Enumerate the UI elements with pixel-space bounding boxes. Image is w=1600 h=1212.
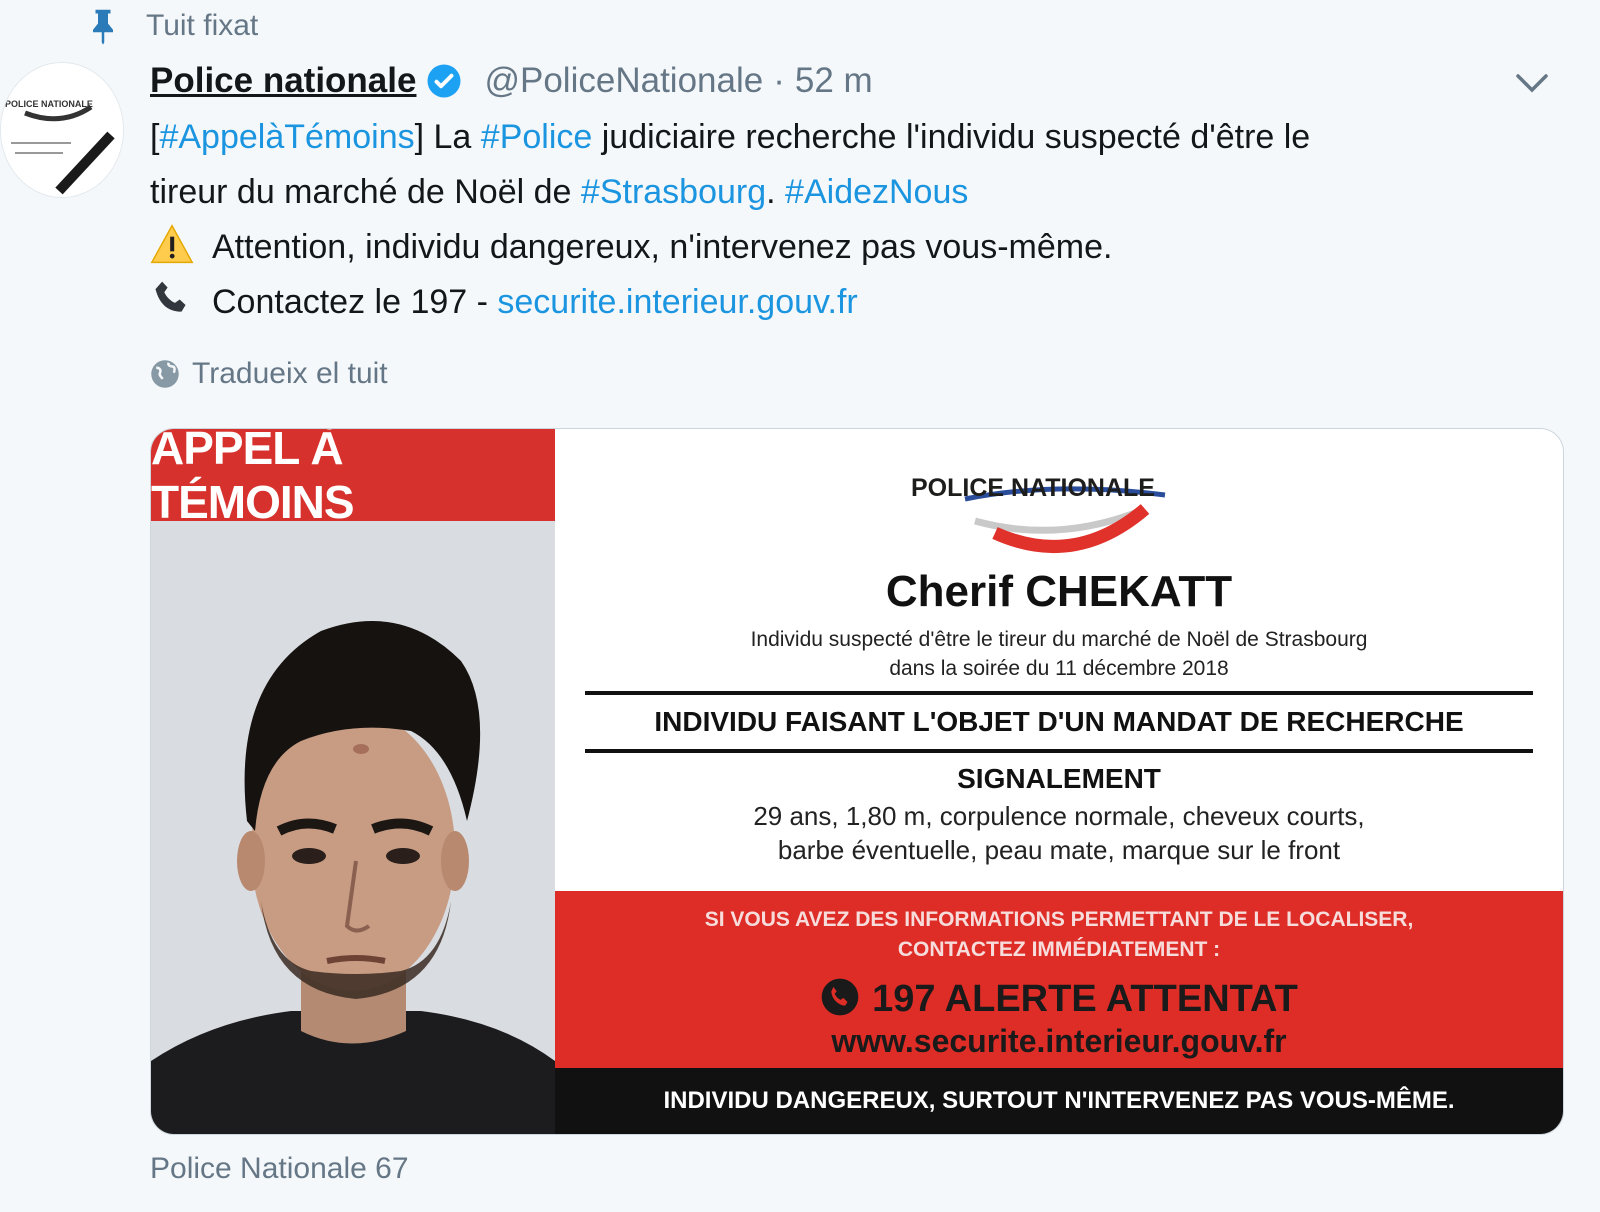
tweet-header: Police nationale @PoliceNationale · 52 m [150,56,873,106]
avatar[interactable]: POLICE NATIONALE [0,62,124,198]
signalement-title: SIGNALEMENT [957,763,1161,794]
telephone-icon [155,281,186,312]
signalement-description: 29 ans, 1,80 m, corpulence normale, chev… [555,799,1563,867]
signalement-line-1: 29 ans, 1,80 m, corpulence normale, chev… [753,801,1365,831]
separator-dot: · [773,61,785,100]
suspect-name: Cherif CHEKATT [885,567,1233,616]
tweet-source: Police Nationale 67 [150,1152,409,1185]
svg-text:POLICE NATIONALE: POLICE NATIONALE [5,99,93,109]
hashtag-link[interactable]: #AppelàTémoins [159,118,414,156]
hashtag-link[interactable]: #Police [481,118,593,156]
logo-text: POLICE NATIONALE [911,474,1155,502]
mandat-heading: INDIVIDU FAISANT L'OBJET D'UN MANDAT DE … [585,691,1533,753]
globe-icon [151,360,179,388]
tweet-media-image[interactable]: APPEL À TÉMOINS POLICE NATIONALE Cherif … [150,428,1564,1135]
appel-banner: APPEL À TÉMOINS [151,429,555,528]
handle[interactable]: @PoliceNationale [484,61,763,101]
hashtag-link[interactable]: #AidezNous [785,173,968,211]
tweet-line-3: Attention, individu dangereux, n'interve… [150,220,1550,275]
description-line-1: Individu suspecté d'être le tireur du ma… [750,628,1368,651]
translate-tweet-button[interactable]: Tradueix el tuit [150,352,388,396]
alert-line: 197 ALERTE ATTENTAT [555,977,1563,1021]
alert-number: 197 ALERTE ATTENTAT [872,978,1298,1020]
verified-badge-icon [427,64,461,98]
signalement-line-2: barbe éventuelle, peau mate, marque sur … [777,835,1341,865]
suspect-description: Individu suspecté d'être le tireur du ma… [555,625,1563,683]
suspect-photo [151,521,555,1134]
text-segment: ] La [414,118,481,156]
info-line-2: CONTACTEZ IMMÉDIATEMENT : [897,938,1221,961]
pinned-indicator: Tuit fixat [88,4,258,48]
info-line-1: SI VOUS AVEZ DES INFORMATIONS PERMETTANT… [704,908,1414,931]
display-name-link[interactable]: Police nationale [150,61,416,101]
description-line-2: dans la soirée du 11 décembre 2018 [889,657,1229,680]
police-logo-avatar: POLICE NATIONALE [1,63,123,197]
tweet-line-4: Contactez le 197 - securite.interieur.go… [150,275,1550,330]
danger-warning: INDIVIDU DANGEREUX, SURTOUT N'INTERVENEZ… [555,1068,1563,1134]
timestamp[interactable]: 52 m [795,61,873,101]
chevron-down-icon[interactable] [1514,70,1550,96]
tweet-text: [#AppelàTémoins] La #Police judiciaire r… [150,110,1550,330]
text-segment: . [766,173,786,211]
tweet-line-2: tireur du marché de Noël de #Strasbourg.… [150,165,1550,220]
contact-text: Contactez le 197 - [212,283,498,321]
website-link[interactable]: securite.interieur.gouv.fr [497,283,857,321]
phone-icon [821,978,859,1016]
warning-text: Attention, individu dangereux, n'interve… [212,228,1113,266]
poster-website: www.securite.interieur.gouv.fr [831,1023,1287,1059]
pin-icon [93,9,113,45]
text-segment: judiciaire recherche l'individu suspecté… [592,118,1311,156]
hashtag-link[interactable]: #Strasbourg [581,173,766,211]
contact-block: SI VOUS AVEZ DES INFORMATIONS PERMETTANT… [555,891,1563,1068]
tweet-line-1: [#AppelàTémoins] La #Police judiciaire r… [150,110,1550,165]
text-segment: tireur du marché de Noël de [150,173,581,211]
contact-instructions: SI VOUS AVEZ DES INFORMATIONS PERMETTANT… [555,905,1563,965]
translate-label: Tradueix el tuit [192,357,388,390]
poster-info-panel: POLICE NATIONALE Cherif CHEKATT Individu… [555,429,1563,1134]
pinned-label: Tuit fixat [146,9,259,42]
warning-icon [150,224,194,264]
poster-photo-panel: APPEL À TÉMOINS [151,429,555,1134]
